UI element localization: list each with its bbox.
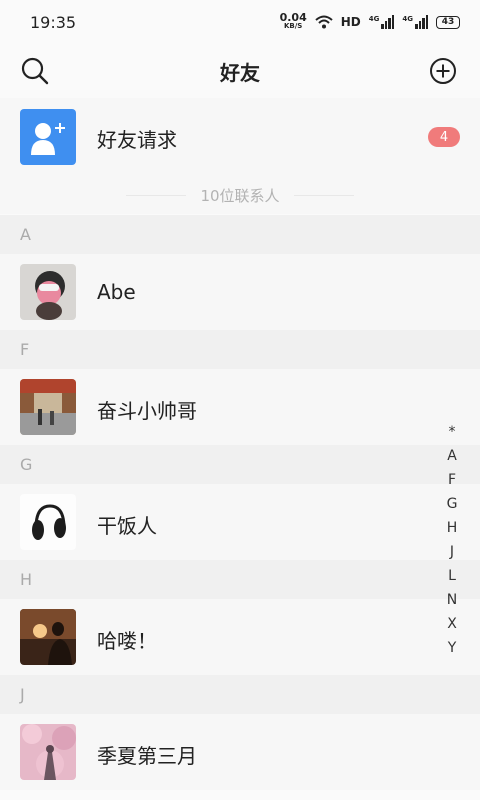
index-letter[interactable]: F bbox=[448, 468, 456, 492]
search-icon[interactable] bbox=[20, 56, 50, 86]
status-time: 19:35 bbox=[30, 12, 77, 32]
section-header-f: F bbox=[0, 330, 480, 369]
contact-row[interactable]: 干饭人 bbox=[0, 484, 480, 560]
status-bar: 19:35 0.04 KB/S HD 4G 4G 43 bbox=[0, 0, 480, 44]
signal-1-label: 4G bbox=[368, 15, 380, 23]
contact-count-row: 10位联系人 bbox=[0, 176, 480, 214]
status-icons: 0.04 KB/S HD 4G 4G 43 bbox=[279, 11, 460, 31]
contact-count: 10位联系人 bbox=[200, 186, 280, 205]
index-letter[interactable]: A bbox=[447, 444, 457, 468]
net-speed: 0.04 KB/S bbox=[279, 11, 307, 31]
request-count-badge: 4 bbox=[428, 127, 460, 147]
add-user-icon bbox=[20, 109, 76, 165]
app-bar: 好友 bbox=[0, 44, 480, 98]
contact-name: 季夏第三月 bbox=[97, 744, 197, 768]
contact-row[interactable]: 哈喽！ bbox=[0, 599, 480, 675]
contact-row[interactable]: Abe bbox=[0, 254, 480, 330]
section-header-g: G bbox=[0, 445, 480, 484]
net-speed-value: 0.04 bbox=[279, 11, 307, 24]
contact-name: 干饭人 bbox=[97, 514, 157, 538]
avatar bbox=[20, 724, 76, 780]
signal-2-label: 4G bbox=[402, 15, 413, 23]
section-header-j: J bbox=[0, 675, 480, 714]
battery-icon: 43 bbox=[436, 15, 460, 29]
wifi-icon bbox=[315, 15, 333, 29]
index-letter[interactable]: L bbox=[448, 564, 456, 588]
friend-requests-label: 好友请求 bbox=[97, 128, 177, 152]
avatar bbox=[20, 494, 76, 550]
section-header-h: H bbox=[0, 560, 480, 599]
signal-icon: 4G bbox=[369, 15, 395, 29]
hd-label: HD bbox=[340, 15, 361, 29]
page-title: 好友 bbox=[220, 60, 260, 85]
index-letter[interactable]: G bbox=[447, 492, 458, 516]
index-letter[interactable]: * bbox=[449, 420, 456, 444]
index-letter[interactable]: H bbox=[447, 516, 458, 540]
contact-row[interactable]: 奋斗小帅哥 bbox=[0, 369, 480, 445]
avatar bbox=[20, 264, 76, 320]
friend-requests-row[interactable]: 好友请求 bbox=[0, 98, 480, 176]
section-header-a: A bbox=[0, 215, 480, 254]
index-letter[interactable]: X bbox=[447, 612, 457, 636]
alphabet-index[interactable]: * A F G H J L N X Y bbox=[440, 420, 464, 660]
divider-right bbox=[293, 194, 354, 196]
avatar bbox=[20, 379, 76, 435]
contact-row[interactable]: 季夏第三月 bbox=[0, 714, 480, 790]
divider-left bbox=[126, 194, 187, 196]
index-letter[interactable]: N bbox=[447, 588, 457, 612]
avatar bbox=[20, 609, 76, 665]
add-circle-icon[interactable] bbox=[428, 56, 458, 86]
index-letter[interactable]: Y bbox=[448, 636, 457, 660]
net-speed-unit: KB/S bbox=[283, 22, 303, 30]
contact-name: 奋斗小帅哥 bbox=[97, 399, 197, 423]
index-letter[interactable]: J bbox=[450, 540, 454, 564]
signal-icon-2: 4G bbox=[402, 15, 428, 29]
contact-name: 哈喽！ bbox=[97, 629, 157, 653]
contact-name: Abe bbox=[97, 280, 136, 304]
